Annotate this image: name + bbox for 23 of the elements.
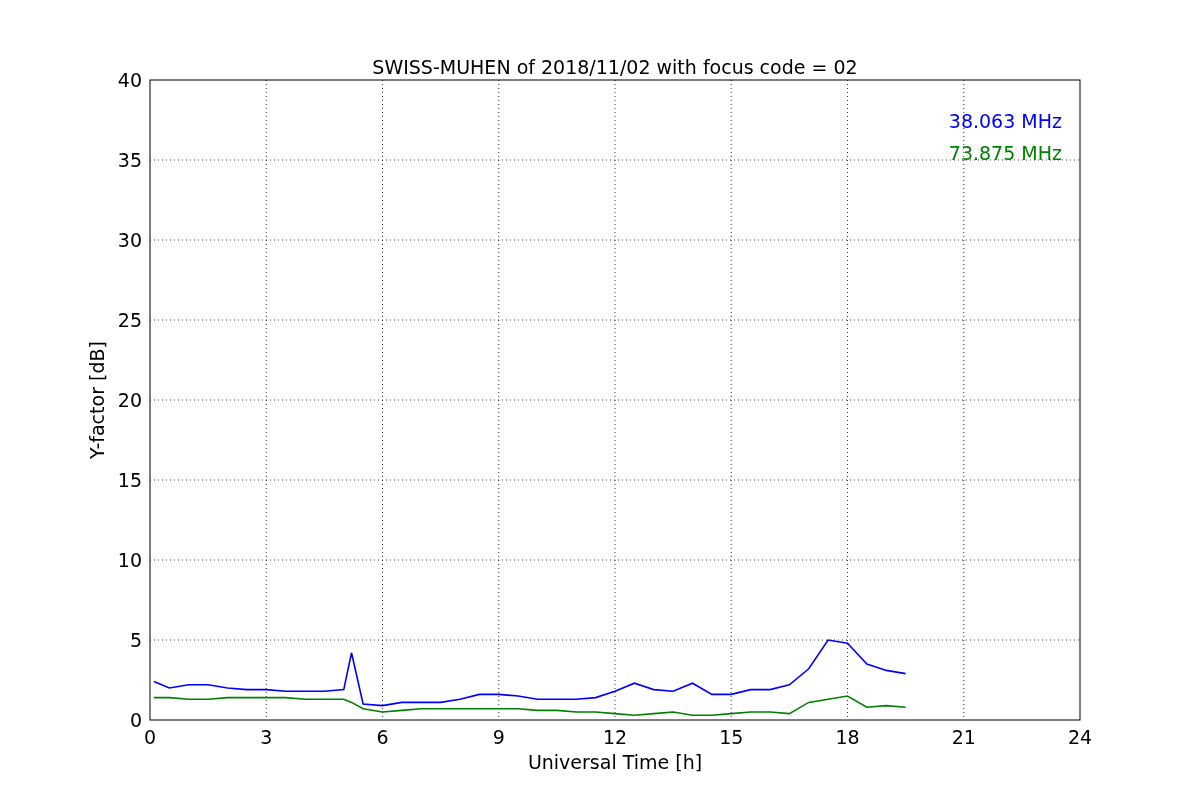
legend-label: 73.875 MHz xyxy=(948,142,1062,164)
x-tick-label: 15 xyxy=(719,726,744,748)
x-tick-label: 21 xyxy=(951,726,976,748)
y-tick-label: 15 xyxy=(117,469,142,491)
x-tick-label: 3 xyxy=(260,726,273,748)
y-tick-label: 25 xyxy=(117,309,142,331)
y-tick-label: 20 xyxy=(117,389,142,411)
y-tick-label: 30 xyxy=(117,229,142,251)
x-tick-label: 24 xyxy=(1067,726,1093,748)
x-tick-label: 6 xyxy=(376,726,389,748)
y-tick-label: 35 xyxy=(117,149,142,171)
y-axis-label: Y-factor [dB] xyxy=(86,341,108,459)
chart-title: SWISS-MUHEN of 2018/11/02 with focus code = 02 xyxy=(372,56,858,78)
x-tick-label: 0 xyxy=(143,726,157,748)
y-tick-label: 40 xyxy=(117,69,142,91)
x-tick-label: 12 xyxy=(602,726,628,748)
x-tick-label: 9 xyxy=(492,726,505,748)
x-axis-label: Universal Time [h] xyxy=(527,751,703,773)
y-tick-label: 0 xyxy=(129,709,142,731)
legend-label: 38.063 MHz xyxy=(948,110,1062,132)
y-tick-label: 10 xyxy=(117,549,142,571)
x-tick-label: 18 xyxy=(835,726,860,748)
y-tick-label: 5 xyxy=(129,629,142,651)
